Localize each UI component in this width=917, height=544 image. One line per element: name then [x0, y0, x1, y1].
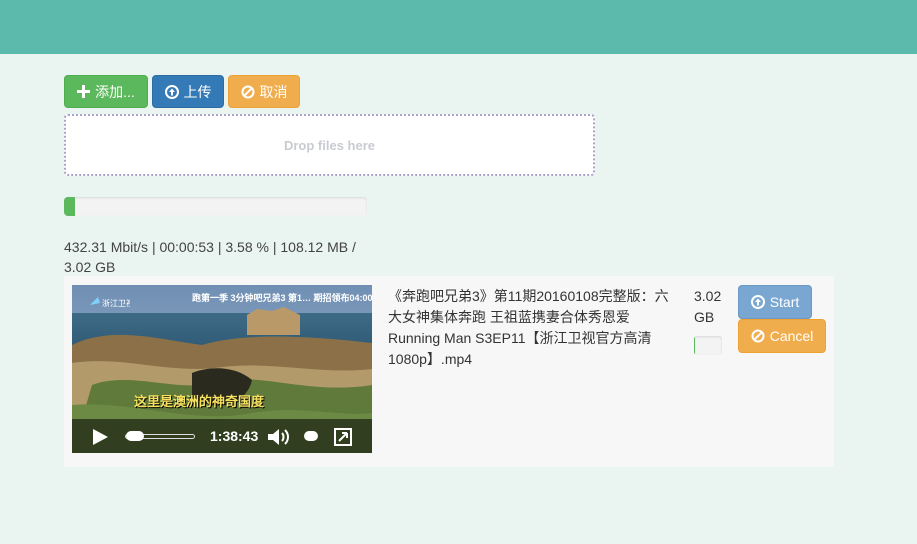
video-preview[interactable]: 浙江卫视 跑第一季 3分钟吧兄弟3 第1… 期招领布04:00 这里是澳洲的神奇… — [72, 285, 372, 453]
volume-icon[interactable] — [268, 428, 292, 446]
file-drop-zone[interactable]: Drop files here — [64, 114, 595, 176]
add-files-label: 添加... — [95, 83, 135, 100]
video-controls: 1:38:43 — [72, 419, 372, 453]
video-top-caption: 跑第一季 3分钟吧兄弟3 第1… 期招领布04:00 — [192, 293, 372, 303]
ban-icon — [241, 85, 254, 98]
global-progress-bar — [64, 197, 367, 216]
top-header-bar — [0, 0, 917, 54]
fullscreen-icon[interactable] — [334, 428, 352, 446]
start-label: Start — [769, 294, 800, 310]
video-subtitle: 这里是澳洲的神奇国度 — [134, 394, 265, 409]
cancel-file-label: Cancel — [769, 328, 814, 344]
upload-button[interactable]: 上传 — [152, 75, 224, 108]
upload-label: 上传 — [183, 83, 212, 100]
start-upload-button[interactable]: Start — [738, 285, 812, 319]
ban-icon — [751, 329, 765, 343]
video-duration: 1:38:43 — [210, 428, 259, 444]
channel-logo: 浙江卫视 — [88, 295, 134, 309]
file-progress-bar — [694, 336, 722, 355]
svg-text:浙江卫视: 浙江卫视 — [102, 298, 130, 308]
cancel-all-label: 取消 — [259, 83, 288, 100]
plus-icon — [77, 85, 91, 98]
upload-stats: 432.31 Mbit/s | 00:00:53 | 3.58 % | 108.… — [64, 239, 356, 275]
file-progress-fill — [694, 336, 695, 355]
cancel-all-button[interactable]: 取消 — [228, 75, 300, 108]
file-name: 《奔跑吧兄弟3》第11期20160108完整版：六大女神集体奔跑 王祖蓝携妻合体… — [388, 288, 669, 367]
upload-circle-icon — [164, 84, 179, 99]
video-seek-handle[interactable] — [126, 431, 144, 441]
drop-zone-text: Drop files here — [283, 137, 376, 153]
cancel-file-button[interactable]: Cancel — [738, 319, 826, 353]
volume-slider-handle[interactable] — [304, 431, 318, 441]
upload-circle-icon — [750, 295, 765, 309]
global-progress-fill — [64, 197, 75, 216]
file-size: 3.02 GB — [694, 288, 722, 325]
add-files-button[interactable]: 添加... — [64, 75, 148, 108]
play-icon[interactable] — [92, 429, 108, 445]
